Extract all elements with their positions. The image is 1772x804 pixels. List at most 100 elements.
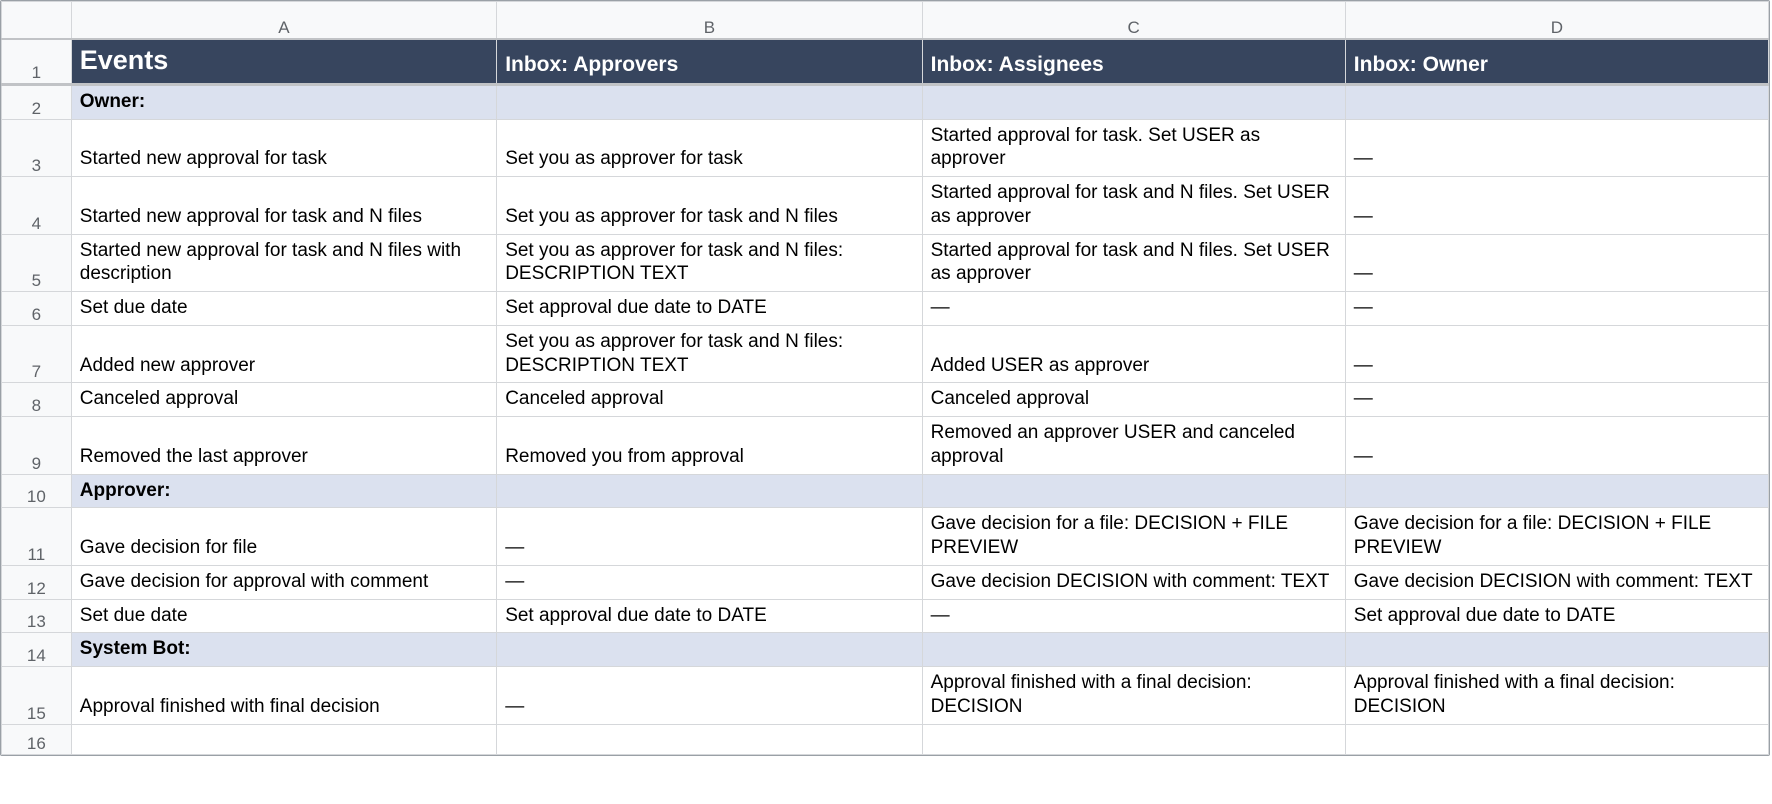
cell-B7[interactable]: Set you as approver for task and N files… [497, 325, 922, 383]
cell-D5[interactable]: — [1345, 234, 1768, 292]
cell-C4[interactable]: Started approval for task and N files. S… [922, 177, 1345, 235]
cell-A9[interactable]: Removed the last approver [71, 417, 496, 475]
cell-text: Inbox: Assignees [923, 48, 1345, 83]
row-header[interactable]: 13 [2, 599, 72, 633]
cell-A4[interactable]: Started new approval for task and N file… [71, 177, 496, 235]
cell-D14[interactable] [1345, 633, 1768, 667]
sheet-body: 1 Events Inbox: Approvers Inbox: Assigne… [2, 39, 1769, 754]
cell-text: Gave decision for approval with comment [72, 566, 496, 599]
row-header[interactable]: 14 [2, 633, 72, 667]
cell-D15[interactable]: Approval finished with a final decision:… [1345, 667, 1768, 725]
cell-C2[interactable] [922, 84, 1345, 119]
cell-text: Started new approval for task and N file… [72, 235, 496, 292]
cell-text: — [497, 532, 921, 565]
cell-text: Added USER as approver [923, 350, 1345, 383]
cell-D3[interactable]: — [1345, 119, 1768, 177]
cell-A3[interactable]: Started new approval for task [71, 119, 496, 177]
cell-D6[interactable]: — [1345, 292, 1768, 326]
col-header-B[interactable]: B [497, 2, 922, 40]
row-header[interactable]: 8 [2, 383, 72, 417]
cell-A7[interactable]: Added new approver [71, 325, 496, 383]
cell-C7[interactable]: Added USER as approver [922, 325, 1345, 383]
cell-D8[interactable]: — [1345, 383, 1768, 417]
cell-text: Set approval due date to DATE [1346, 600, 1768, 633]
cell-B4[interactable]: Set you as approver for task and N files [497, 177, 922, 235]
cell-A6[interactable]: Set due date [71, 292, 496, 326]
cell-text: Gave decision for file [72, 532, 496, 565]
cell-B6[interactable]: Set approval due date to DATE [497, 292, 922, 326]
row-header[interactable]: 7 [2, 325, 72, 383]
row-header[interactable]: 5 [2, 234, 72, 292]
cell-D11[interactable]: Gave decision for a file: DECISION + FIL… [1345, 508, 1768, 566]
cell-D4[interactable]: — [1345, 177, 1768, 235]
cell-B3[interactable]: Set you as approver for task [497, 119, 922, 177]
cell-A15[interactable]: Approval finished with final decision [71, 667, 496, 725]
col-header-D[interactable]: D [1345, 2, 1768, 40]
cell-C12[interactable]: Gave decision DECISION with comment: TEX… [922, 565, 1345, 599]
row-header[interactable]: 9 [2, 417, 72, 475]
cell-text: Started approval for task and N files. S… [923, 235, 1345, 292]
cell-B2[interactable] [497, 84, 922, 119]
row-header[interactable]: 16 [2, 724, 72, 754]
cell-A2[interactable]: Owner: [71, 84, 496, 119]
cell-C8[interactable]: Canceled approval [922, 383, 1345, 417]
cell-A13[interactable]: Set due date [71, 599, 496, 633]
col-header-A[interactable]: A [71, 2, 496, 40]
cell-C9[interactable]: Removed an approver USER and canceled ap… [922, 417, 1345, 475]
cell-text: Added new approver [72, 350, 496, 383]
cell-D10[interactable] [1345, 474, 1768, 508]
cell-D1[interactable]: Inbox: Owner [1345, 39, 1768, 84]
cell-B11[interactable]: — [497, 508, 922, 566]
cell-C16[interactable] [922, 724, 1345, 754]
row-header[interactable]: 4 [2, 177, 72, 235]
cell-B9[interactable]: Removed you from approval [497, 417, 922, 475]
cell-B1[interactable]: Inbox: Approvers [497, 39, 922, 84]
cell-D13[interactable]: Set approval due date to DATE [1345, 599, 1768, 633]
cell-A16[interactable] [71, 724, 496, 754]
cell-B10[interactable] [497, 474, 922, 508]
cell-A14[interactable]: System Bot: [71, 633, 496, 667]
cell-text: — [923, 600, 1345, 633]
cell-A12[interactable]: Gave decision for approval with comment [71, 565, 496, 599]
cell-D7[interactable]: — [1345, 325, 1768, 383]
cell-D16[interactable] [1345, 724, 1768, 754]
cell-D9[interactable]: — [1345, 417, 1768, 475]
cell-C11[interactable]: Gave decision for a file: DECISION + FIL… [922, 508, 1345, 566]
cell-C1[interactable]: Inbox: Assignees [922, 39, 1345, 84]
cell-A1[interactable]: Events [71, 39, 496, 84]
cell-C6[interactable]: — [922, 292, 1345, 326]
cell-C10[interactable] [922, 474, 1345, 508]
cell-B15[interactable]: — [497, 667, 922, 725]
row-header[interactable]: 12 [2, 565, 72, 599]
cell-C5[interactable]: Started approval for task and N files. S… [922, 234, 1345, 292]
row-header[interactable]: 3 [2, 119, 72, 177]
cell-A8[interactable]: Canceled approval [71, 383, 496, 417]
col-header-C[interactable]: C [922, 2, 1345, 40]
row-header[interactable]: 15 [2, 667, 72, 725]
cell-C15[interactable]: Approval finished with a final decision:… [922, 667, 1345, 725]
cell-B8[interactable]: Canceled approval [497, 383, 922, 417]
cell-C3[interactable]: Started approval for task. Set USER as a… [922, 119, 1345, 177]
cell-A10[interactable]: Approver: [71, 474, 496, 508]
cell-B16[interactable] [497, 724, 922, 754]
cell-B14[interactable] [497, 633, 922, 667]
cell-text: Gave decision DECISION with comment: TEX… [923, 566, 1345, 599]
cell-B12[interactable]: — [497, 565, 922, 599]
cell-D12[interactable]: Gave decision DECISION with comment: TEX… [1345, 565, 1768, 599]
cell-D2[interactable] [1345, 84, 1768, 119]
cell-B5[interactable]: Set you as approver for task and N files… [497, 234, 922, 292]
row-header[interactable]: 11 [2, 508, 72, 566]
table-row: 3 Started new approval for task Set you … [2, 119, 1769, 177]
cell-A5[interactable]: Started new approval for task and N file… [71, 234, 496, 292]
cell-C13[interactable]: — [922, 599, 1345, 633]
corner-cell[interactable] [2, 2, 72, 40]
cell-A11[interactable]: Gave decision for file [71, 508, 496, 566]
cell-text: Approval finished with final decision [72, 691, 496, 724]
row-header[interactable]: 1 [2, 39, 72, 84]
cell-C14[interactable] [922, 633, 1345, 667]
row-header[interactable]: 10 [2, 474, 72, 508]
cell-B13[interactable]: Set approval due date to DATE [497, 599, 922, 633]
row-header[interactable]: 6 [2, 292, 72, 326]
row-header[interactable]: 2 [2, 84, 72, 119]
cell-text: — [1346, 258, 1768, 291]
